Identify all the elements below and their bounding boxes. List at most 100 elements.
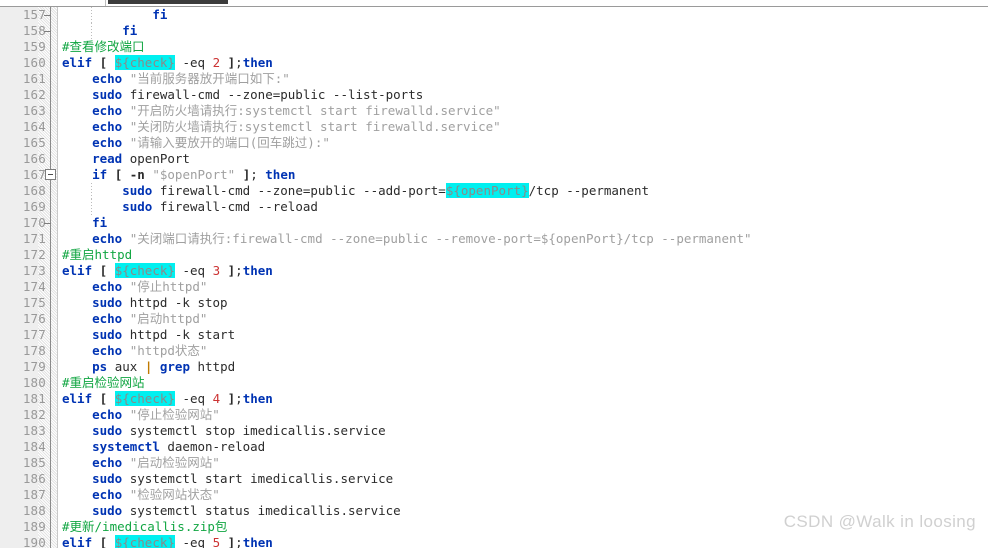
code-text: systemctl daemon-reload [62,439,265,455]
code-line[interactable]: 167 if [ -n "$openPort" ]; then [0,167,988,183]
code-token: openPort [122,151,190,166]
code-token: echo [92,343,123,358]
code-line[interactable]: 179 ps aux | grep httpd [0,359,988,375]
code-token: then [242,55,273,70]
code-line[interactable]: 183 sudo systemctl stop imedicallis.serv… [0,423,988,439]
line-number: 178 [22,343,46,358]
code-line[interactable]: 180 #重启检验网站 [0,375,988,391]
code-token: -eq [174,391,213,406]
code-text: read openPort [62,151,190,167]
code-line[interactable]: 190 elif [ ${check} -eq 5 ];then [0,535,988,548]
code-token: aux [107,359,145,374]
code-token: then [242,535,273,548]
code-line[interactable]: 162 sudo firewall-cmd --zone=public --li… [0,87,988,103]
horizontal-scrollbar[interactable] [0,0,988,7]
line-number: 165 [22,135,46,150]
code-line[interactable]: 166 read openPort [0,151,988,167]
code-token: echo [92,455,123,470]
code-line[interactable]: 175 sudo httpd -k stop [0,295,988,311]
line-number: 186 [22,471,46,486]
code-lines-container: 157 fi 158 fi 159 #查看修改端口 160 elif [ ${check}… [0,7,988,548]
code-line[interactable]: 172 #重启httpd [0,247,988,263]
line-number: 159 [22,39,46,54]
code-text: sudo systemctl status imedicallis.servic… [62,503,401,519]
line-number: 190 [22,535,46,548]
code-text: echo "停止httpd" [62,279,207,295]
code-token: "请输入要放开的端口(回车跳过):" [129,135,330,150]
code-token: -eq [174,55,213,70]
code-token: httpd -k start [122,327,236,342]
code-line[interactable]: 187 echo "检验网站状态" [0,487,988,503]
code-token: "检验网站状态" [129,487,220,502]
code-token: /tcp --permanent [528,183,650,198]
code-text: echo "检验网站状态" [62,487,220,503]
code-token: elif [62,391,93,406]
code-line[interactable]: 158 fi [0,23,988,39]
code-line[interactable]: 176 echo "启动httpd" [0,311,988,327]
code-line[interactable]: 181 elif [ ${check} -eq 4 ];then [0,391,988,407]
code-token: -eq [174,535,213,548]
highlighted-variable: ${check} [114,263,175,278]
code-text: echo "停止检验网站" [62,407,220,423]
code-text: elif [ ${check} -eq 2 ];then [62,55,273,71]
code-line[interactable]: 178 echo "httpd状态" [0,343,988,359]
code-content-area[interactable]: 157 fi 158 fi 159 #查看修改端口 160 elif [ ${check}… [0,7,988,548]
fold-end-tick-icon [44,15,51,16]
code-line[interactable]: 184 systemctl daemon-reload [0,439,988,455]
code-line[interactable]: 168 sudo firewall-cmd --zone=public --ad… [0,183,988,199]
code-line[interactable]: 174 echo "停止httpd" [0,279,988,295]
code-line[interactable]: 163 echo "开启防火墙请执行:systemctl start firew… [0,103,988,119]
code-token: fi [92,215,108,230]
code-token: "启动检验网站" [129,455,220,470]
code-line[interactable]: 173 elif [ ${check} -eq 3 ];then [0,263,988,279]
line-number: 162 [22,87,46,102]
line-number: 185 [22,455,46,470]
fold-collapse-icon[interactable] [45,169,56,180]
code-token: fi [122,23,138,38]
code-line[interactable]: 157 fi [0,7,988,23]
code-token: echo [92,119,123,134]
code-token: "httpd状态" [129,343,208,358]
line-number: 171 [22,231,46,246]
code-line[interactable]: 164 echo "关闭防火墙请执行:systemctl start firew… [0,119,988,135]
code-token: "$openPort" [152,167,236,182]
line-number: 172 [22,247,46,262]
scrollbar-thumb[interactable] [108,0,228,4]
code-line[interactable]: 159 #查看修改端口 [0,39,988,55]
code-text: echo "当前服务器放开端口如下:" [62,71,290,87]
code-line[interactable]: 161 echo "当前服务器放开端口如下:" [0,71,988,87]
line-number: 161 [22,71,46,86]
code-line[interactable]: 171 echo "关闭端口请执行:firewall-cmd --zone=pu… [0,231,988,247]
code-line[interactable]: 165 echo "请输入要放开的端口(回车跳过):" [0,135,988,151]
code-line[interactable]: 185 echo "启动检验网站" [0,455,988,471]
code-line[interactable]: 182 echo "停止检验网站" [0,407,988,423]
code-line[interactable]: 186 sudo systemctl start imedicallis.ser… [0,471,988,487]
code-token: #更新/imedicallis.zip包 [62,519,228,534]
code-line[interactable]: 170 fi [0,215,988,231]
code-text: #更新/imedicallis.zip包 [62,519,227,535]
code-line[interactable]: 169 sudo firewall-cmd --reload [0,199,988,215]
code-text: sudo httpd -k stop [62,295,227,311]
code-token: 2 [212,55,221,70]
code-text: sudo systemctl stop imedicallis.service [62,423,386,439]
code-line[interactable]: 177 sudo httpd -k start [0,327,988,343]
code-line[interactable]: 160 elif [ ${check} -eq 2 ];then [0,55,988,71]
highlighted-variable: ${check} [114,55,175,70]
code-token: echo [92,103,123,118]
